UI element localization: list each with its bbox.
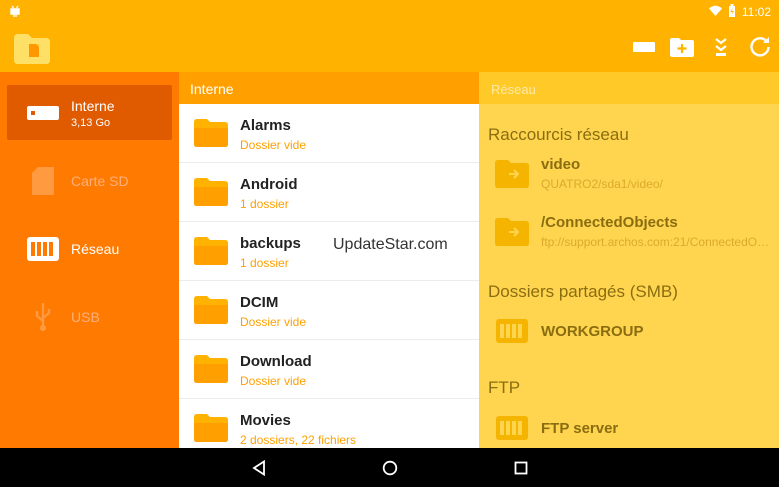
network-pane: Réseau Raccourcis réseau video QUATRO2/s…	[479, 72, 779, 448]
folder-details: 1 dossier	[240, 256, 289, 270]
file-list-pane: Interne Alarms Dossier vide Android 1 dossi…	[179, 72, 479, 448]
network-pane-header: Réseau	[479, 72, 779, 104]
sort-icon[interactable]	[708, 34, 734, 60]
sidebar-item-label: Interne	[71, 98, 115, 114]
folder-icon	[194, 355, 228, 383]
ftp-server-name: FTP server	[541, 420, 619, 437]
smb-workgroup-item[interactable]: WORKGROUP	[479, 309, 779, 355]
wifi-icon	[708, 5, 722, 19]
sidebar-item-label: Réseau	[71, 240, 120, 257]
sidebar-item-network[interactable]: Réseau	[7, 221, 172, 276]
folder-details: Dossier vide	[240, 138, 307, 152]
storage-size-label: 3,13 Go	[71, 117, 111, 129]
sidebar: Interne 3,13 Go Carte SD Réseau USB	[0, 72, 179, 448]
app-logo-folder-icon[interactable]	[14, 34, 50, 64]
home-icon[interactable]	[379, 457, 401, 479]
section-title-ftp: FTP	[488, 378, 521, 397]
workgroup-name: WORKGROUP	[541, 323, 644, 340]
sidebar-item-usb[interactable]: USB	[7, 289, 172, 344]
folder-name: Android	[240, 176, 298, 193]
network-folder-icon	[495, 218, 529, 248]
folder-details: 1 dossier	[240, 197, 289, 211]
network-shortcut-item[interactable]: video QUATRO2/sda1/video/	[479, 152, 779, 198]
watermark: UpdateStar.com	[333, 236, 448, 253]
network-shortcut-item[interactable]: /ConnectedObjects ftp://support.archos.c…	[479, 210, 779, 256]
status-time: 11:02	[741, 5, 771, 19]
folder-details: 2 dossiers, 22 fichiers	[240, 433, 357, 447]
sd-card-icon	[27, 166, 59, 196]
section-title-smb: Dossiers partagés (SMB)	[488, 282, 678, 301]
battery-icon	[728, 4, 736, 20]
ftp-server-item[interactable]: FTP server	[479, 406, 779, 448]
refresh-icon[interactable]	[747, 34, 773, 60]
folder-name: Download	[240, 353, 312, 370]
toolbar	[0, 22, 779, 72]
folder-icon	[194, 178, 228, 206]
back-icon[interactable]	[248, 457, 270, 479]
sidebar-item-sd-card[interactable]: Carte SD	[7, 153, 172, 208]
usb-icon	[27, 302, 59, 332]
network-folder-icon	[495, 160, 529, 190]
shortcut-path: QUATRO2/sda1/video/	[541, 177, 663, 191]
sidebar-item-internal[interactable]: Interne 3,13 Go	[7, 85, 172, 140]
folder-icon	[194, 119, 228, 147]
ftp-server-icon	[495, 414, 529, 444]
folder-name: DCIM	[240, 294, 279, 311]
shortcut-name: video	[541, 156, 581, 173]
network-server-icon	[27, 234, 59, 264]
shortcut-name: /ConnectedObjects	[541, 214, 678, 231]
sidebar-item-label: Carte SD	[71, 172, 129, 189]
new-folder-icon[interactable]	[669, 34, 695, 60]
file-list: Alarms Dossier vide Android 1 dossier backup…	[179, 104, 479, 448]
file-row[interactable]: DCIM Dossier vide	[179, 281, 479, 340]
section-title-shortcuts: Raccourcis réseau	[488, 125, 629, 144]
file-row[interactable]: Movies 2 dossiers, 22 fichiers	[179, 399, 479, 448]
shortcut-path: ftp://support.archos.com:21/ConnectedObj…	[541, 235, 771, 249]
navigation-bar	[0, 448, 779, 487]
workgroup-server-icon	[495, 317, 529, 347]
folder-details: Dossier vide	[240, 315, 307, 329]
file-list-header: Interne	[179, 72, 479, 104]
folder-icon	[194, 414, 228, 442]
file-row[interactable]: Android 1 dossier	[179, 163, 479, 222]
sidebar-item-label: USB	[71, 308, 100, 325]
folder-name: backups	[240, 235, 301, 252]
internal-storage-icon	[27, 98, 59, 128]
android-notification-icon	[9, 4, 21, 21]
folder-name: Alarms	[240, 117, 291, 134]
status-bar: 11:02	[0, 0, 779, 22]
folder-name: Movies	[240, 412, 291, 429]
usb-drive-icon[interactable]	[631, 34, 657, 60]
file-row[interactable]: Download Dossier vide	[179, 340, 479, 399]
folder-details: Dossier vide	[240, 374, 307, 388]
file-row[interactable]: Alarms Dossier vide	[179, 104, 479, 163]
folder-icon	[194, 296, 228, 324]
folder-icon	[194, 237, 228, 265]
recents-icon[interactable]	[510, 457, 532, 479]
